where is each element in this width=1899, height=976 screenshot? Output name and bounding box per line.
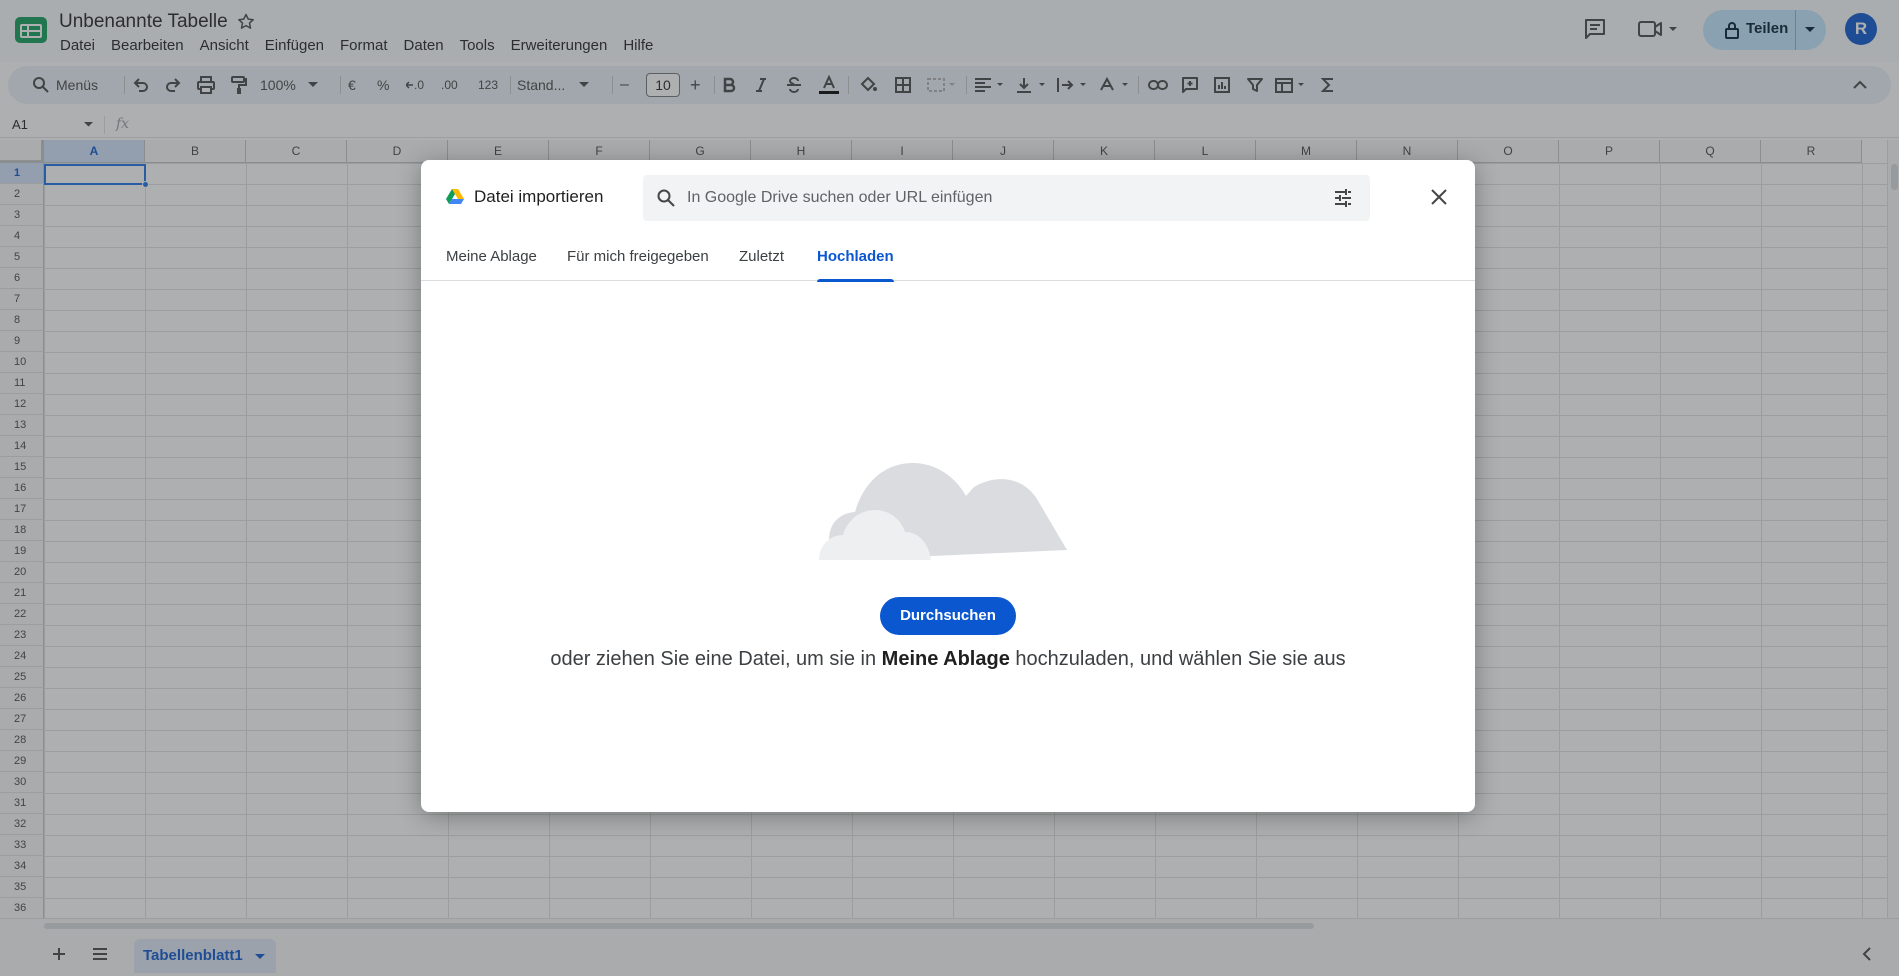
tab-label: Zuletzt xyxy=(739,248,785,265)
hint-folder-name: Meine Ablage xyxy=(881,648,1010,670)
dialog-tabs: Meine Ablage Für mich freigegeben Zuletz… xyxy=(421,248,1475,282)
drive-search-box[interactable] xyxy=(643,175,1370,221)
drive-search-input[interactable] xyxy=(687,186,1287,210)
tab-hochladen[interactable]: Hochladen xyxy=(817,248,894,282)
tab-label: Hochladen xyxy=(817,248,894,265)
tab-label: Für mich freigegeben xyxy=(567,248,709,265)
hint-text-after: hochzuladen, und wählen Sie sie aus xyxy=(1009,648,1346,670)
tab-fuer-mich-freigegeben[interactable]: Für mich freigegeben xyxy=(567,248,709,281)
close-icon[interactable] xyxy=(1427,185,1451,209)
browse-button[interactable]: Durchsuchen xyxy=(880,597,1016,635)
hint-text-before: oder ziehen Sie eine Datei, um sie in xyxy=(550,648,882,670)
drag-drop-hint: oder ziehen Sie eine Datei, um sie in Me… xyxy=(421,648,1475,671)
search-options-icon[interactable] xyxy=(1333,188,1353,208)
search-icon xyxy=(657,189,675,207)
google-drive-logo-icon xyxy=(446,189,464,204)
dialog-title: Datei importieren xyxy=(474,187,604,206)
upload-cloud-illustration xyxy=(819,463,1067,560)
active-tab-indicator xyxy=(817,279,894,282)
import-file-dialog: Datei importieren Meine Ablage Für mich … xyxy=(421,160,1475,812)
tab-meine-ablage[interactable]: Meine Ablage xyxy=(446,248,537,281)
tab-label: Meine Ablage xyxy=(446,248,537,265)
tab-zuletzt[interactable]: Zuletzt xyxy=(739,248,784,281)
